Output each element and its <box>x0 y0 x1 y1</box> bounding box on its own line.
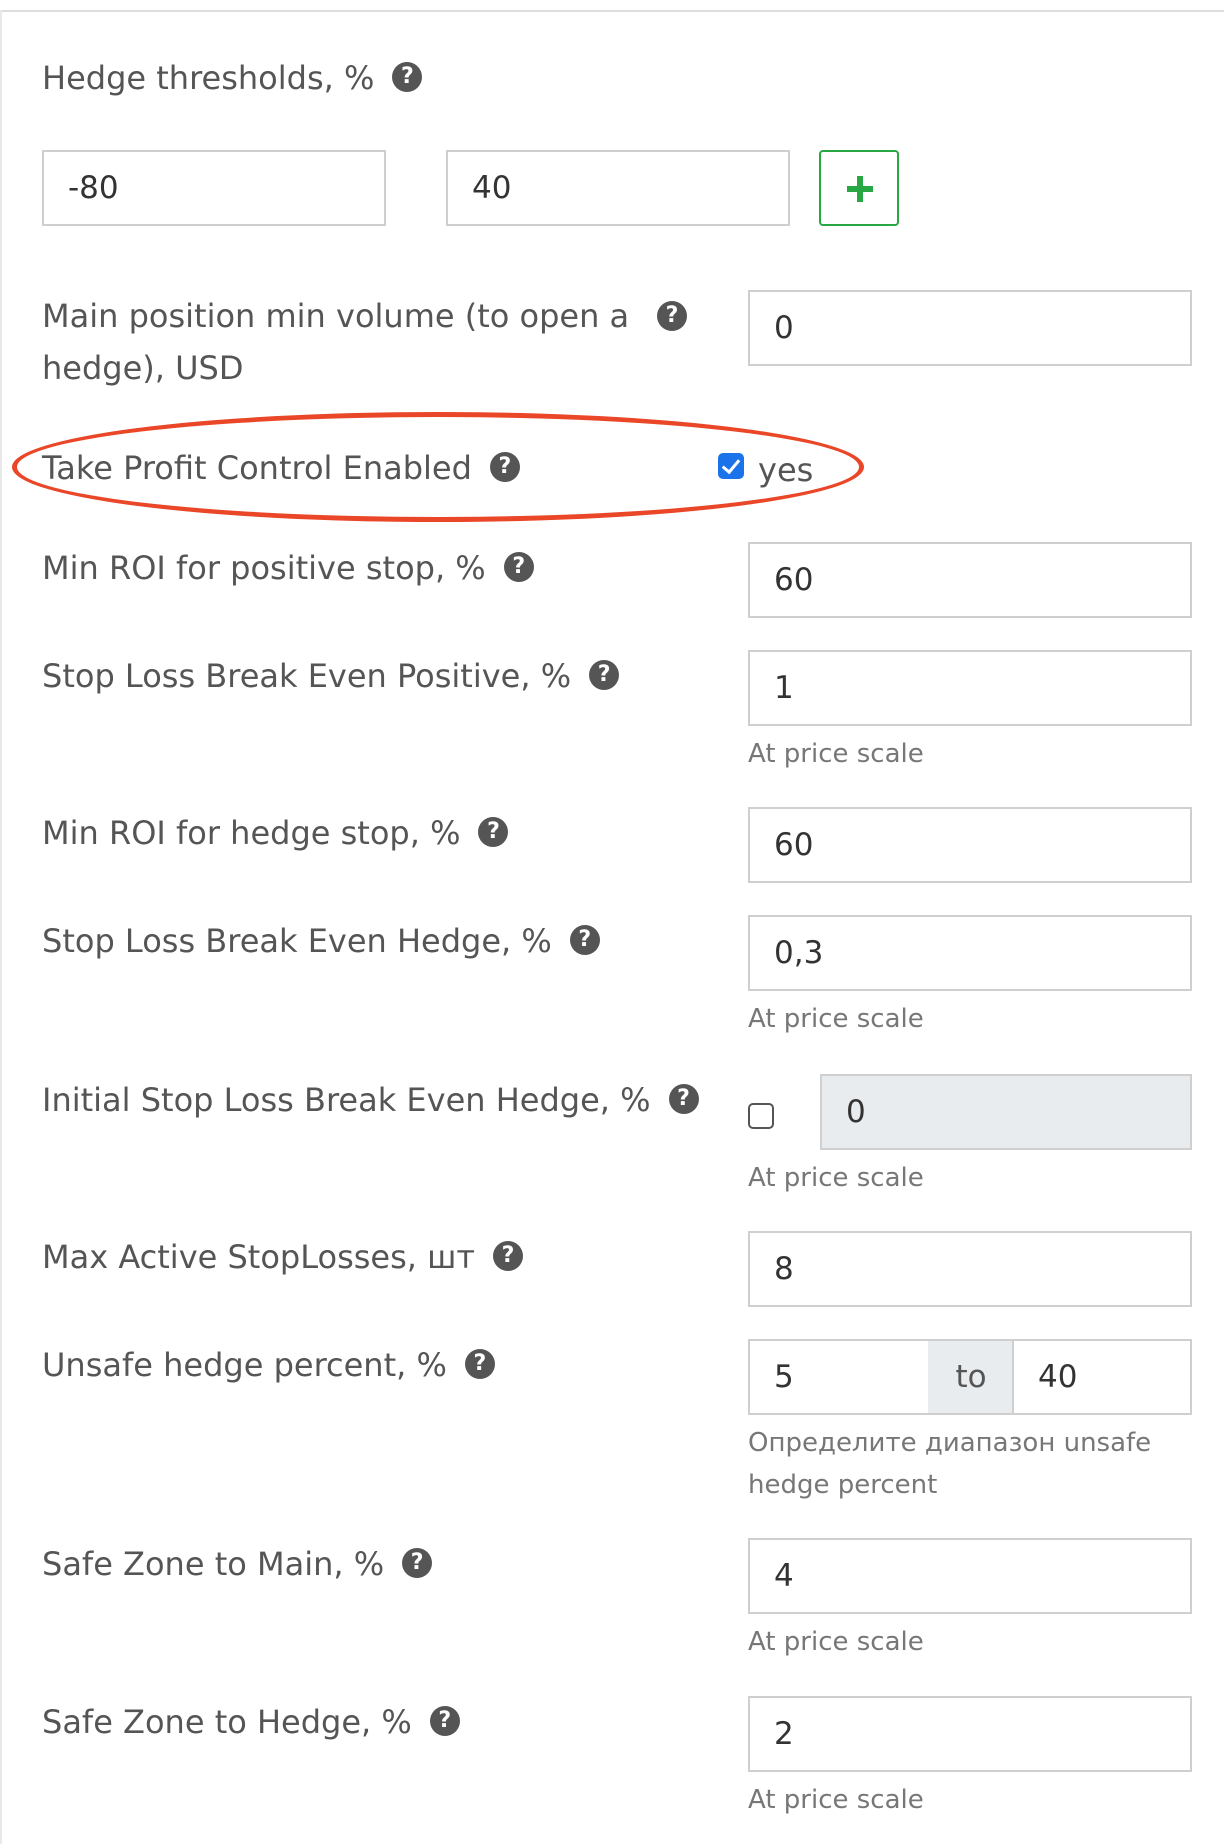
safe-zone-main-label: Safe Zone to Main, %? <box>42 1538 433 1590</box>
safe-zone-main-input[interactable]: 4 <box>748 1538 1192 1614</box>
question-circle-icon[interactable]: ? <box>657 301 687 331</box>
initial-sl-break-even-hedge-hint: At price scale <box>748 1163 924 1193</box>
min-roi-positive-stop-label-text: Min ROI for positive stop, % <box>42 549 486 587</box>
sl-break-even-hedge-hint: At price scale <box>748 1004 924 1034</box>
left-border <box>0 10 2 1844</box>
hedge-threshold-input-2[interactable]: 40 <box>446 150 790 226</box>
safe-zone-hedge-label-text: Safe Zone to Hedge, % <box>42 1703 412 1741</box>
initial-sl-break-even-hedge-input[interactable]: 0 <box>820 1074 1192 1150</box>
hedge-thresholds-label: Hedge thresholds, %? <box>42 52 423 104</box>
take-profit-control-checkbox[interactable] <box>718 453 744 479</box>
max-active-stoplosses-label-text: Max Active StopLosses, шт <box>42 1238 476 1276</box>
hedge-threshold-input-1[interactable]: -80 <box>42 150 386 226</box>
top-border <box>0 0 1224 12</box>
question-circle-icon[interactable]: ? <box>668 1084 699 1114</box>
unsafe-hedge-to-addon: to <box>928 1339 1014 1415</box>
min-roi-positive-stop-label: Min ROI for positive stop, %? <box>42 542 534 594</box>
take-profit-control-label: Take Profit Control Enabled? <box>42 442 520 494</box>
take-profit-control-yes-label[interactable]: yes <box>758 444 813 496</box>
question-circle-icon[interactable]: ? <box>493 1241 524 1271</box>
question-circle-icon[interactable]: ? <box>589 660 620 690</box>
question-circle-icon[interactable]: ? <box>402 1548 433 1578</box>
safe-zone-main-label-text: Safe Zone to Main, % <box>42 1545 385 1583</box>
sl-break-even-positive-label-text: Stop Loss Break Even Positive, % <box>42 657 572 695</box>
sl-break-even-positive-label: Stop Loss Break Even Positive, %? <box>42 650 620 702</box>
sl-break-even-hedge-label: Stop Loss Break Even Hedge, %? <box>42 915 600 967</box>
plus-icon-vertical <box>857 176 863 202</box>
unsafe-hedge-to-input[interactable]: 40 <box>1012 1339 1192 1415</box>
unsafe-hedge-percent-label: Unsafe hedge percent, %? <box>42 1339 495 1391</box>
initial-sl-break-even-hedge-label-text: Initial Stop Loss Break Even Hedge, % <box>42 1081 651 1119</box>
sl-break-even-positive-hint: At price scale <box>748 739 924 769</box>
initial-sl-break-even-hedge-checkbox[interactable] <box>748 1103 774 1129</box>
min-roi-hedge-stop-label-text: Min ROI for hedge stop, % <box>42 814 461 852</box>
take-profit-control-label-text: Take Profit Control Enabled <box>42 449 472 487</box>
main-position-min-volume-label: Main position min volume (to open a hedg… <box>42 297 630 387</box>
max-active-stoplosses-input[interactable]: 8 <box>748 1231 1192 1307</box>
question-circle-icon[interactable]: ? <box>489 452 520 482</box>
safe-zone-hedge-label: Safe Zone to Hedge, %? <box>42 1696 460 1748</box>
unsafe-hedge-from-input[interactable]: 5 <box>748 1339 930 1415</box>
min-roi-hedge-stop-label: Min ROI for hedge stop, %? <box>42 807 509 859</box>
initial-sl-break-even-hedge-label: Initial Stop Loss Break Even Hedge, %? <box>42 1074 699 1126</box>
safe-zone-hedge-input[interactable]: 2 <box>748 1696 1192 1772</box>
sl-break-even-hedge-label-text: Stop Loss Break Even Hedge, % <box>42 922 552 960</box>
question-circle-icon[interactable]: ? <box>478 817 509 847</box>
unsafe-hedge-percent-label-text: Unsafe hedge percent, % <box>42 1346 447 1384</box>
min-roi-hedge-stop-input[interactable]: 60 <box>748 807 1192 883</box>
add-threshold-button[interactable] <box>819 150 899 226</box>
sl-break-even-hedge-input[interactable]: 0,3 <box>748 915 1192 991</box>
question-circle-icon[interactable]: ? <box>503 552 534 582</box>
min-roi-positive-stop-input[interactable]: 60 <box>748 542 1192 618</box>
question-circle-icon[interactable]: ? <box>569 925 600 955</box>
main-position-min-volume-input[interactable]: 0 <box>748 290 1192 366</box>
question-circle-icon[interactable]: ? <box>392 62 423 92</box>
sl-break-even-positive-input[interactable]: 1 <box>748 650 1192 726</box>
safe-zone-hedge-hint: At price scale <box>748 1785 924 1815</box>
safe-zone-main-hint: At price scale <box>748 1627 924 1657</box>
unsafe-hedge-percent-hint: Определите диапазон unsafe hedge percent <box>748 1428 1152 1500</box>
hedge-thresholds-label-text: Hedge thresholds, % <box>42 59 375 97</box>
max-active-stoplosses-label: Max Active StopLosses, шт? <box>42 1231 524 1283</box>
question-circle-icon[interactable]: ? <box>429 1706 460 1736</box>
question-circle-icon[interactable]: ? <box>464 1349 495 1379</box>
